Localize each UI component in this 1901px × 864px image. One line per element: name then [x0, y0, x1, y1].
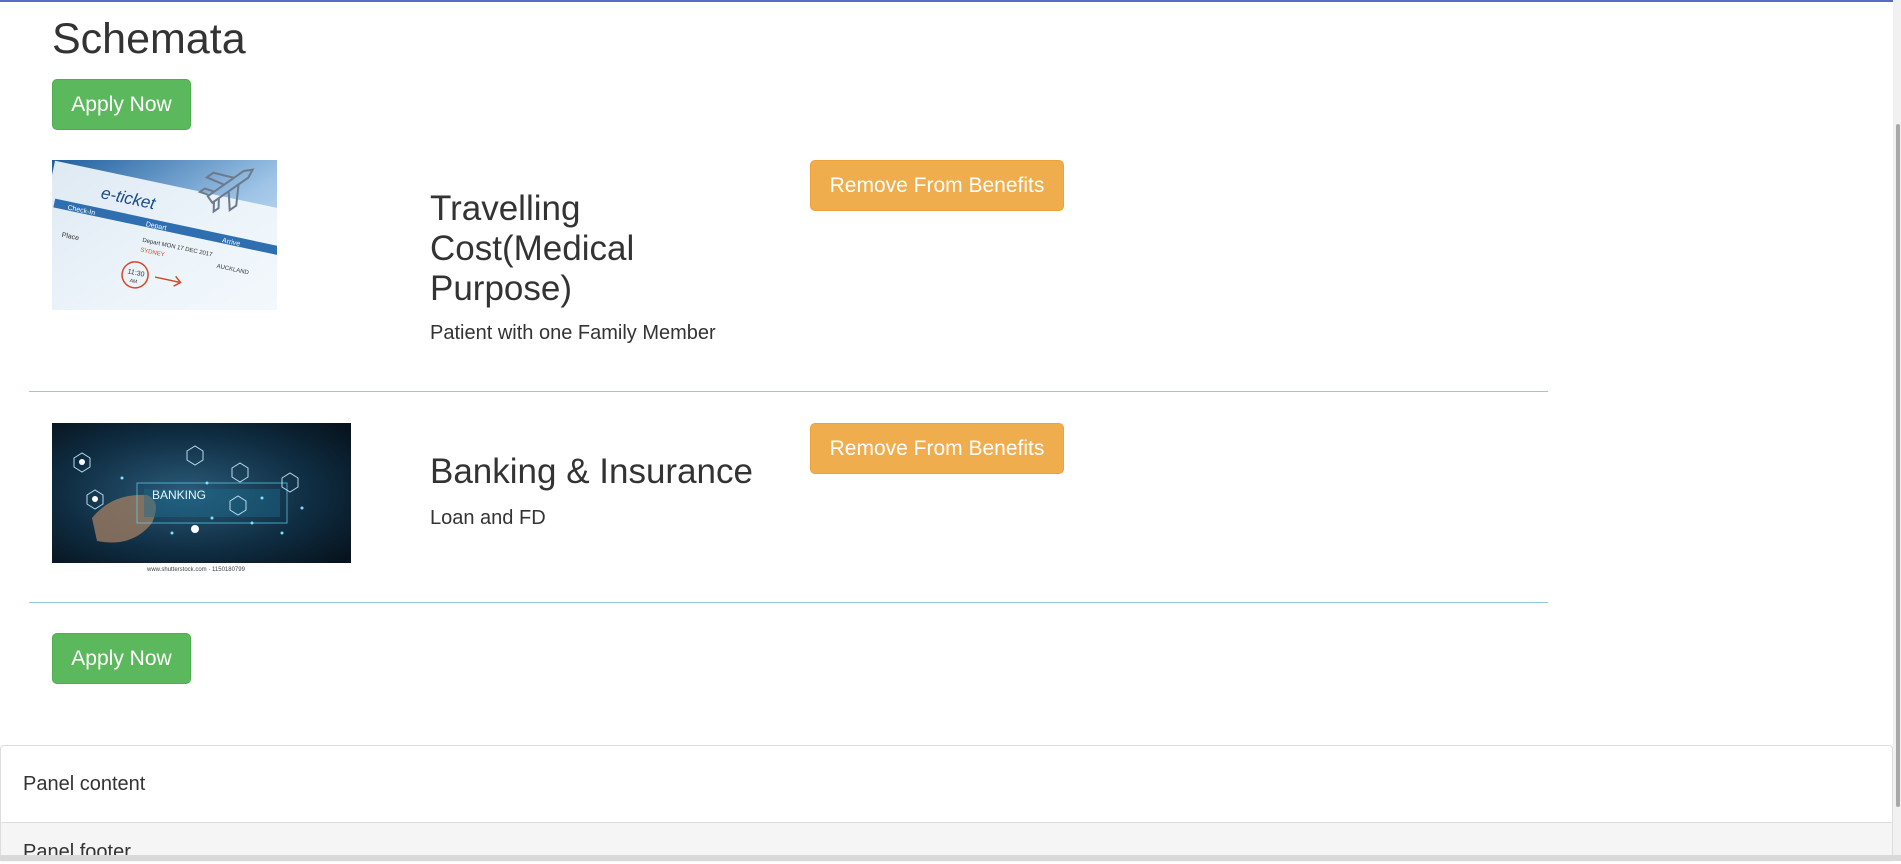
panel-content: Panel content: [23, 772, 146, 795]
top-accent-line: [0, 0, 1901, 2]
window-bottom-edge: [0, 855, 1901, 861]
banking-image: BANKING www.shutterstock.com · 115018079…: [52, 423, 351, 573]
page: Schemata Apply Now e-ticket Check-In Dep…: [0, 0, 1901, 863]
item-title-travel: Travelling Cost(Medical Purpose): [430, 189, 635, 308]
item-divider: [29, 391, 1548, 392]
item-desc-travel: Patient with one Family Member: [430, 322, 716, 344]
panel: Panel content Panel footer: [0, 745, 1893, 863]
remove-from-benefits-button-travel[interactable]: Remove From Benefits: [810, 160, 1064, 211]
apply-now-button-bottom[interactable]: Apply Now: [52, 633, 191, 684]
item-divider: [29, 602, 1548, 603]
apply-now-button-top[interactable]: Apply Now: [52, 79, 191, 130]
banking-image-caption: www.shutterstock.com · 1150180799: [146, 567, 246, 573]
scrollbar-thumb[interactable]: [1896, 124, 1900, 807]
remove-from-benefits-button-banking[interactable]: Remove From Benefits: [810, 423, 1064, 474]
page-title: Schemata: [52, 15, 246, 63]
travel-ticket-image: e-ticket Check-In Depart Arrive Depart M…: [52, 160, 277, 310]
item-title-banking: Banking & Insurance: [430, 452, 753, 491]
item-desc-banking: Loan and FD: [430, 507, 546, 529]
banking-image-label: BANKING: [152, 488, 206, 502]
